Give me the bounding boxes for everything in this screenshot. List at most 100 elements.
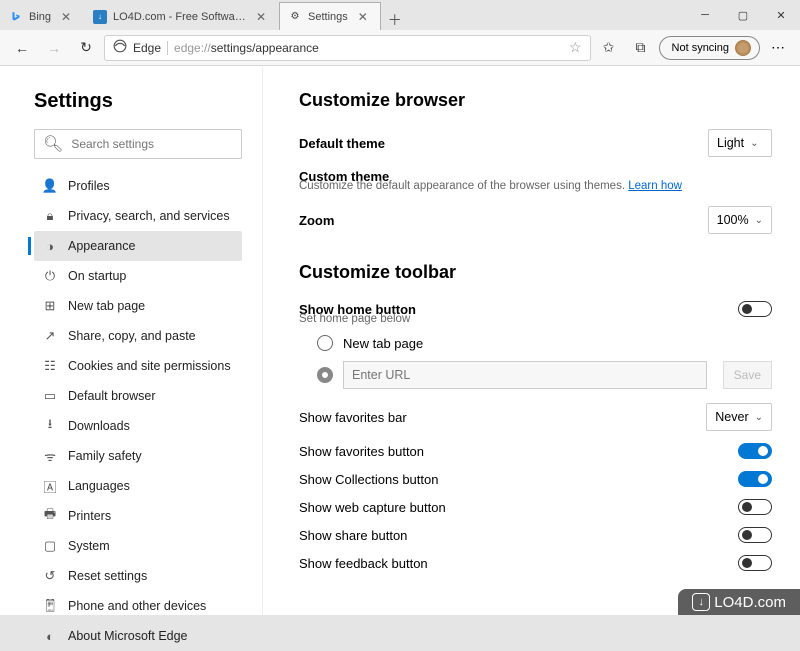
search-icon: 🔍︎ (43, 134, 63, 154)
settings-content: Settings 🔍︎ 👤Profiles 🔒︎Privacy, search,… (0, 66, 800, 615)
reset-icon: ↺ (42, 568, 58, 584)
custom-theme-desc: Customize the default appearance of the … (299, 180, 772, 192)
home-button-toggle[interactable] (738, 301, 772, 317)
favorite-icon[interactable]: ☆ (569, 39, 582, 56)
nav-default-browser[interactable]: ▭Default browser (34, 381, 242, 411)
chevron-down-icon: ⌄ (750, 138, 758, 149)
forward-button[interactable]: → (40, 34, 68, 62)
section-customize-browser: Customize browser (299, 90, 772, 111)
home-sub-label: Set home page below (299, 313, 772, 325)
row-zoom: Zoom 100% ⌄ (299, 206, 772, 234)
tab-lo4d[interactable]: ↓ LO4D.com - Free Software Dow… ✕ (84, 2, 279, 30)
nav-share[interactable]: ↗Share, copy, and paste (34, 321, 242, 351)
divider (167, 41, 168, 55)
bing-icon (9, 10, 23, 24)
phone-icon: 📱︎ (42, 598, 58, 614)
collections-button[interactable]: ⧉ (627, 34, 655, 62)
close-icon[interactable]: ✕ (256, 10, 270, 24)
close-button[interactable]: ✕ (762, 0, 800, 30)
nav-downloads[interactable]: ⭳Downloads (34, 411, 242, 441)
learn-how-link[interactable]: Learn how (628, 180, 682, 192)
nav-family[interactable]: ᯤFamily safety (34, 441, 242, 471)
address-bar[interactable]: Edge edge://settings/appearance ☆ (104, 35, 591, 61)
window-controls: ─ ▢ ✕ (686, 0, 800, 30)
favorites-button-toggle[interactable] (738, 443, 772, 459)
tab-label: Bing (29, 11, 51, 23)
back-button[interactable]: ← (8, 34, 36, 62)
nav-startup[interactable]: ⏻On startup (34, 261, 242, 291)
tab-bing[interactable]: Bing ✕ (0, 2, 84, 30)
tab-settings[interactable]: ⚙ Settings ✕ (279, 2, 381, 30)
zoom-label: Zoom (299, 213, 334, 228)
profile-icon: 👤 (42, 178, 58, 194)
radio-enter-url[interactable]: Save (317, 361, 772, 389)
home-radio-group: New tab page Save (317, 335, 772, 389)
save-button[interactable]: Save (723, 361, 772, 389)
search-input[interactable]: 🔍︎ (34, 129, 242, 159)
refresh-button[interactable]: ↻ (72, 34, 100, 62)
favorites-bar-label: Show favorites bar (299, 410, 407, 425)
lock-icon: 🔒︎ (42, 208, 58, 224)
favorites-button[interactable]: ✩ (595, 34, 623, 62)
share-button-toggle[interactable] (738, 527, 772, 543)
radio-icon[interactable] (317, 335, 333, 351)
watermark: ↓ LO4D.com (678, 589, 800, 615)
chevron-down-icon: ⌄ (755, 412, 763, 423)
profile-sync-button[interactable]: Not syncing (659, 36, 760, 60)
row-favorites-button: Show favorites button (299, 443, 772, 459)
tab-strip: Bing ✕ ↓ LO4D.com - Free Software Dow… ✕… (0, 0, 686, 30)
search-field[interactable] (71, 137, 233, 151)
edge-icon (113, 39, 127, 56)
lang-icon: 🄰 (42, 478, 58, 494)
window-titlebar: Bing ✕ ↓ LO4D.com - Free Software Dow… ✕… (0, 0, 800, 30)
close-icon[interactable]: ✕ (358, 10, 372, 24)
row-default-theme: Default theme Light ⌄ (299, 129, 772, 157)
nav-profiles[interactable]: 👤Profiles (34, 171, 242, 201)
section-customize-toolbar: Customize toolbar (299, 262, 772, 283)
nav-about[interactable]: ◐About Microsoft Edge (34, 621, 242, 651)
radio-icon[interactable] (317, 367, 333, 383)
system-icon: ▢ (42, 538, 58, 554)
row-share-button: Show share button (299, 527, 772, 543)
default-theme-label: Default theme (299, 136, 385, 151)
row-web-capture-button: Show web capture button (299, 499, 772, 515)
radio-new-tab-page[interactable]: New tab page (317, 335, 772, 351)
power-icon: ⏻ (42, 268, 58, 284)
nav-system[interactable]: ▢System (34, 531, 242, 561)
collections-button-toggle[interactable] (738, 471, 772, 487)
browser-icon: ▭ (42, 388, 58, 404)
row-collections-button: Show Collections button (299, 471, 772, 487)
edge-icon: ◐ (42, 628, 58, 644)
settings-nav: 👤Profiles 🔒︎Privacy, search, and service… (34, 171, 242, 651)
web-capture-toggle[interactable] (738, 499, 772, 515)
download-icon: ⭳ (42, 418, 58, 434)
feedback-button-toggle[interactable] (738, 555, 772, 571)
nav-printers[interactable]: 🖶Printers (34, 501, 242, 531)
new-tab-button[interactable]: ＋ (381, 10, 409, 30)
nav-languages[interactable]: 🄰Languages (34, 471, 242, 501)
url-text: edge://settings/appearance (174, 41, 563, 55)
row-favorites-bar: Show favorites bar Never ⌄ (299, 403, 772, 431)
nav-newtab[interactable]: ⊞New tab page (34, 291, 242, 321)
settings-main: Customize browser Default theme Light ⌄ … (263, 66, 800, 615)
nav-privacy[interactable]: 🔒︎Privacy, search, and services (34, 201, 242, 231)
printer-icon: 🖶 (42, 508, 58, 524)
nav-phone[interactable]: 📱︎Phone and other devices (34, 591, 242, 621)
close-icon[interactable]: ✕ (61, 10, 75, 24)
default-theme-select[interactable]: Light ⌄ (708, 129, 772, 157)
nav-appearance[interactable]: ◑Appearance (34, 231, 242, 261)
share-icon: ↗ (42, 328, 58, 344)
minimize-button[interactable]: ─ (686, 0, 724, 30)
newtab-icon: ⊞ (42, 298, 58, 314)
nav-reset[interactable]: ↺Reset settings (34, 561, 242, 591)
home-url-input[interactable] (343, 361, 707, 389)
site-identity: Edge (133, 41, 161, 55)
page-title: Settings (34, 90, 242, 113)
maximize-button[interactable]: ▢ (724, 0, 762, 30)
download-icon: ↓ (692, 593, 710, 611)
nav-cookies[interactable]: ☷Cookies and site permissions (34, 351, 242, 381)
zoom-select[interactable]: 100% ⌄ (708, 206, 772, 234)
more-button[interactable]: ⋯ (764, 39, 792, 56)
favorites-bar-select[interactable]: Never ⌄ (706, 403, 772, 431)
cookies-icon: ☷ (42, 358, 58, 374)
